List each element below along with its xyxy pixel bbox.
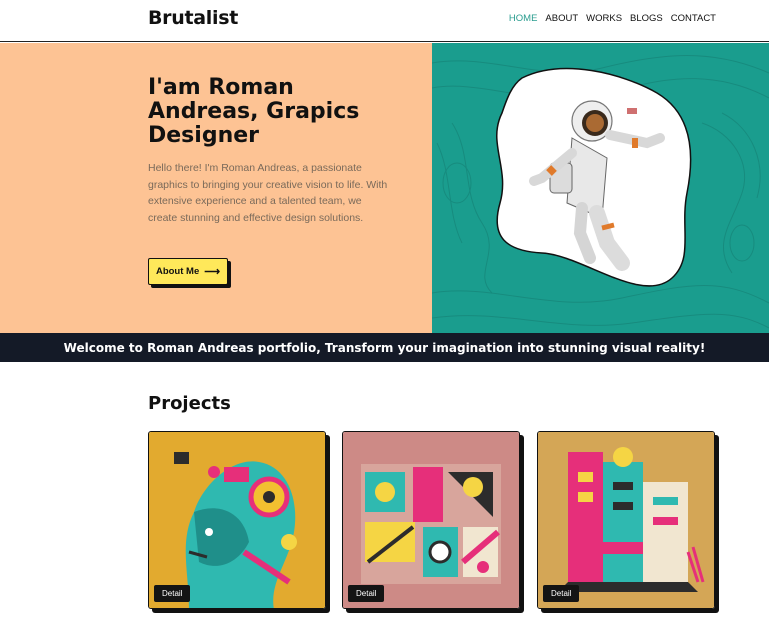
- hero-description: Hello there! I'm Roman Andreas, a passio…: [148, 162, 388, 224]
- project-image: [149, 432, 325, 608]
- projects-heading: Projects: [148, 393, 231, 414]
- hero-title: I'am Roman Andreas, Grapics Designer: [148, 75, 360, 148]
- nav-about[interactable]: ABOUT: [545, 13, 578, 24]
- about-me-button[interactable]: About Me ⟶: [148, 258, 228, 285]
- nav-works[interactable]: WORKS: [586, 13, 622, 24]
- project-card[interactable]: Detail: [342, 431, 520, 609]
- topographic-background: [432, 55, 769, 329]
- project-image: [538, 432, 714, 608]
- project-image: [343, 432, 519, 608]
- nav-home[interactable]: HOME: [509, 13, 538, 24]
- project-card[interactable]: Detail: [148, 431, 326, 609]
- detail-button[interactable]: Detail: [154, 585, 191, 602]
- about-me-label: About Me: [155, 266, 200, 277]
- hero-section: I'am Roman Andreas, Grapics Designer Hel…: [0, 43, 769, 333]
- detail-button[interactable]: Detail: [543, 585, 580, 602]
- welcome-marquee: Welcome to Roman Andreas portfolio, Tran…: [0, 333, 769, 362]
- nav-contact[interactable]: CONTACT: [671, 13, 716, 24]
- arrow-right-icon: ⟶: [204, 266, 221, 278]
- site-header: Brutalist HOME ABOUT WORKS BLOGS CONTACT: [0, 0, 769, 42]
- main-nav: HOME ABOUT WORKS BLOGS CONTACT: [509, 13, 716, 24]
- brand-logo[interactable]: Brutalist: [148, 7, 238, 29]
- nav-blogs[interactable]: BLOGS: [630, 13, 663, 24]
- project-card[interactable]: Detail: [537, 431, 715, 609]
- hero-image-panel: [432, 43, 769, 333]
- marquee-text: Welcome to Roman Andreas portfolio, Tran…: [63, 340, 706, 355]
- detail-button[interactable]: Detail: [348, 585, 385, 602]
